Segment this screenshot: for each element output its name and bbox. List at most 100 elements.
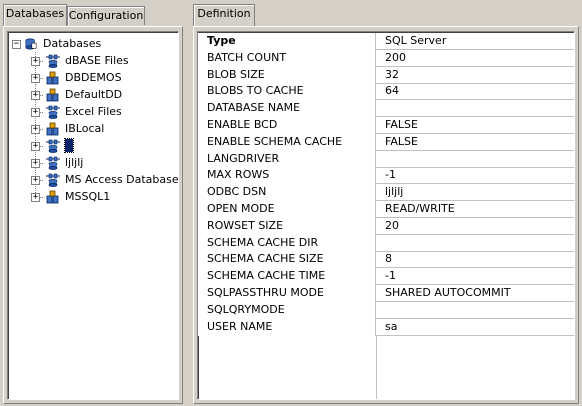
tree-item-label: dBASE Files xyxy=(65,54,129,67)
property-value[interactable] xyxy=(376,151,574,168)
property-row[interactable]: SQLPASSTHRU MODE SHARED AUTOCOMMIT xyxy=(198,285,574,302)
property-value[interactable]: ljljlj xyxy=(376,184,574,201)
tree-item[interactable]: + dBASE Files xyxy=(8,53,178,69)
property-name: DATABASE NAME xyxy=(198,100,376,118)
property-name: ROWSET SIZE xyxy=(198,217,376,235)
property-row[interactable]: USER NAME sa xyxy=(198,318,574,336)
property-name: Type xyxy=(198,33,376,50)
database-local-icon xyxy=(46,71,59,85)
tree-item-label xyxy=(64,138,74,153)
expand-icon[interactable]: + xyxy=(31,142,40,151)
property-value[interactable]: FALSE xyxy=(376,134,574,151)
expand-icon[interactable]: + xyxy=(31,74,40,83)
property-row[interactable]: LANGDRIVER xyxy=(198,150,574,168)
property-row[interactable]: ODBC DSN ljljlj xyxy=(198,184,574,202)
database-local-icon xyxy=(46,88,59,102)
property-name: SQLQRYMODE xyxy=(198,301,376,319)
property-value[interactable]: -1 xyxy=(376,268,574,285)
expand-icon[interactable]: + xyxy=(31,176,40,185)
tree-root[interactable]: − Databases xyxy=(8,36,178,52)
tab-configuration[interactable]: Configuration xyxy=(67,6,145,25)
tree-item[interactable]: + ljljlj xyxy=(8,155,178,171)
tree-item-label: DBDEMOS xyxy=(65,71,122,84)
property-name: MAX ROWS xyxy=(198,167,376,185)
expand-icon[interactable]: + xyxy=(31,57,40,66)
property-value[interactable] xyxy=(376,302,574,319)
tree-item-label: DefaultDD xyxy=(65,88,123,101)
tree-item[interactable]: + MS Access Database xyxy=(8,172,179,188)
expand-icon[interactable]: + xyxy=(31,193,40,202)
property-name: ENABLE BCD xyxy=(198,117,376,134)
tab-databases[interactable]: Databases xyxy=(3,4,67,26)
tab-definition[interactable]: Definition xyxy=(193,4,255,26)
property-row[interactable]: ENABLE SCHEMA CACHE FALSE xyxy=(198,133,574,151)
property-name: BLOBS TO CACHE xyxy=(198,83,376,101)
property-row[interactable]: SCHEMA CACHE TIME -1 xyxy=(198,268,574,286)
database-connector-icon xyxy=(46,105,60,119)
expand-icon[interactable]: + xyxy=(31,159,40,168)
property-name: BLOB SIZE xyxy=(198,66,376,84)
property-row[interactable]: SCHEMA CACHE SIZE 8 xyxy=(198,251,574,269)
expand-icon[interactable]: + xyxy=(31,108,40,117)
property-row[interactable]: OPEN MODE READ/WRITE xyxy=(198,201,574,218)
tree-item-label: Excel Files xyxy=(65,105,122,118)
expand-icon[interactable]: + xyxy=(31,91,40,100)
property-row[interactable]: BATCH COUNT 200 xyxy=(198,49,574,67)
property-value[interactable]: -1 xyxy=(376,167,574,184)
tree-item-label: MSSQL1 xyxy=(65,190,111,203)
property-value[interactable]: SQL Server xyxy=(376,33,574,50)
property-row[interactable]: ROWSET SIZE 20 xyxy=(198,217,574,235)
database-connector-icon xyxy=(46,139,60,153)
property-row[interactable]: BLOB SIZE 32 xyxy=(198,66,574,84)
property-value[interactable]: sa xyxy=(376,319,574,336)
property-value[interactable] xyxy=(376,235,574,252)
tree-item-label: ljljlj xyxy=(65,156,84,169)
property-value[interactable]: 64 xyxy=(376,83,574,100)
database-local-icon xyxy=(46,122,59,136)
property-row[interactable]: SCHEMA CACHE DIR xyxy=(198,234,574,252)
property-row[interactable]: BLOBS TO CACHE 64 xyxy=(198,83,574,101)
database-tree[interactable]: − Databases + dBASE Files + DBDEMOS + Default… xyxy=(7,31,179,400)
property-name: ENABLE SCHEMA CACHE xyxy=(198,133,376,151)
property-value[interactable]: FALSE xyxy=(376,117,574,134)
property-name: ODBC DSN xyxy=(198,184,376,202)
property-value[interactable] xyxy=(376,100,574,117)
property-row[interactable]: MAX ROWS -1 xyxy=(198,167,574,185)
property-name: SCHEMA CACHE TIME xyxy=(198,268,376,286)
pane-splitter[interactable] xyxy=(185,0,191,406)
property-name: LANGDRIVER xyxy=(198,150,376,168)
property-grid[interactable]: Type SQL Server BATCH COUNT 200 BLOB SIZE 32 B… xyxy=(197,31,575,400)
property-row[interactable]: SQLQRYMODE xyxy=(198,301,574,319)
databases-panel: − Databases + dBASE Files + DBDEMOS + Default… xyxy=(3,26,183,404)
property-value[interactable]: READ/WRITE xyxy=(376,201,574,218)
tree-item-label: MS Access Database xyxy=(65,173,179,186)
property-value[interactable]: 8 xyxy=(376,251,574,268)
property-value[interactable]: 200 xyxy=(376,50,574,67)
tree-item[interactable]: + MSSQL1 xyxy=(8,189,178,205)
database-connector-icon xyxy=(46,156,60,170)
property-row[interactable]: ENABLE BCD FALSE xyxy=(198,117,574,134)
property-row[interactable]: DATABASE NAME xyxy=(198,100,574,118)
database-connector-icon xyxy=(46,54,60,68)
tree-root-label: Databases xyxy=(43,37,102,50)
property-name: SCHEMA CACHE DIR xyxy=(198,234,376,252)
property-value[interactable]: 20 xyxy=(376,218,574,235)
tree-item[interactable]: + DBDEMOS xyxy=(8,70,178,86)
property-name: SCHEMA CACHE SIZE xyxy=(198,251,376,269)
collapse-icon[interactable]: − xyxy=(12,40,21,49)
tree-item[interactable]: + IBLocal xyxy=(8,121,178,137)
tree-item[interactable]: + xyxy=(8,138,178,154)
property-name: USER NAME xyxy=(198,318,376,336)
expand-icon[interactable]: + xyxy=(31,125,40,134)
property-value[interactable]: 32 xyxy=(376,67,574,84)
database-local-icon xyxy=(46,190,59,204)
tree-item-label: IBLocal xyxy=(65,122,105,135)
tree-item[interactable]: + Excel Files xyxy=(8,104,178,120)
tree-item[interactable]: + DefaultDD xyxy=(8,87,178,103)
databases-root-icon xyxy=(25,38,37,50)
property-value[interactable]: SHARED AUTOCOMMIT xyxy=(376,285,574,302)
property-row[interactable]: Type SQL Server xyxy=(198,33,574,50)
database-connector-icon xyxy=(46,173,60,187)
property-name: OPEN MODE xyxy=(198,201,376,218)
property-name: BATCH COUNT xyxy=(198,49,376,67)
